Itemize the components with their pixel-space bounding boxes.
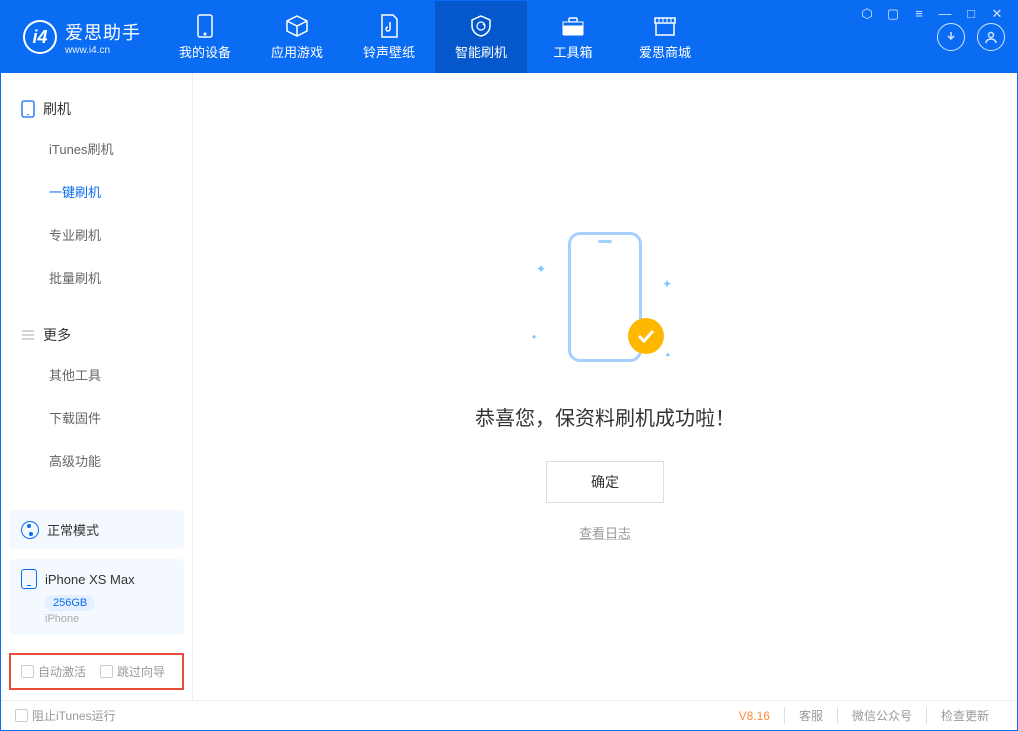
nav-tabs: 我的设备 应用游戏 铃声壁纸 智能刷机 工具箱 爱思商城 — [159, 1, 711, 73]
menu-icon[interactable]: ≡ — [910, 6, 928, 22]
checkbox-icon — [21, 665, 34, 678]
logo[interactable]: i4 爱思助手 www.i4.cn — [1, 19, 159, 56]
checkbox-auto-activate[interactable]: 自动激活 — [21, 663, 86, 680]
footer: 阻止iTunes运行 V8.16 客服 微信公众号 检查更新 — [1, 700, 1017, 730]
checkbox-icon — [15, 709, 28, 722]
phone-icon — [21, 100, 35, 118]
tab-my-device[interactable]: 我的设备 — [159, 1, 251, 73]
tab-apps-games[interactable]: 应用游戏 — [251, 1, 343, 73]
device-box[interactable]: iPhone XS Max 256GB iPhone — [9, 559, 184, 635]
header: i4 爱思助手 www.i4.cn 我的设备 应用游戏 铃声壁纸 智能刷机 工具… — [1, 1, 1017, 73]
sidebar-section-flash: 刷机 — [1, 91, 192, 127]
device-icon — [193, 14, 217, 38]
success-illustration: ✦•✦• — [550, 232, 660, 372]
mode-box[interactable]: 正常模式 — [9, 510, 184, 549]
mode-label: 正常模式 — [47, 520, 99, 539]
mode-icon — [21, 521, 39, 539]
sidebar-item-pro-flash[interactable]: 专业刷机 — [1, 213, 192, 256]
device-phone-icon — [21, 569, 37, 589]
list-icon — [21, 329, 35, 341]
footer-link-wechat[interactable]: 微信公众号 — [837, 707, 926, 724]
user-button[interactable] — [977, 23, 1005, 51]
check-badge-icon — [628, 318, 664, 354]
logo-icon: i4 — [23, 20, 57, 54]
tab-label: 爱思商城 — [639, 42, 691, 61]
sidebar-item-itunes-flash[interactable]: iTunes刷机 — [1, 127, 192, 170]
tab-label: 工具箱 — [553, 42, 592, 61]
checkbox-label: 跳过向导 — [117, 663, 165, 680]
main-content: ✦•✦• 恭喜您，保资料刷机成功啦！ 确定 查看日志 — [193, 73, 1017, 700]
cube-icon — [285, 14, 309, 38]
footer-link-update[interactable]: 检查更新 — [926, 707, 1003, 724]
success-message: 恭喜您，保资料刷机成功啦！ — [475, 402, 735, 431]
tab-label: 我的设备 — [179, 42, 231, 61]
version-label: V8.16 — [739, 709, 770, 723]
toolbox-icon — [561, 14, 585, 38]
capacity-badge: 256GB — [45, 595, 95, 611]
maximize-icon[interactable]: □ — [962, 6, 980, 22]
checkbox-icon — [100, 665, 113, 678]
music-file-icon — [377, 14, 401, 38]
device-name: iPhone XS Max — [45, 572, 135, 587]
section-title: 刷机 — [43, 99, 71, 119]
checkbox-label: 阻止iTunes运行 — [32, 707, 116, 724]
checkbox-skip-guide[interactable]: 跳过向导 — [100, 663, 165, 680]
minimize-icon[interactable]: — — [936, 6, 954, 22]
sidebar-item-download-firmware[interactable]: 下载固件 — [1, 396, 192, 439]
checkbox-label: 自动激活 — [38, 663, 86, 680]
app-url: www.i4.cn — [65, 45, 141, 56]
tab-ringtone-wallpaper[interactable]: 铃声壁纸 — [343, 1, 435, 73]
tab-toolbox[interactable]: 工具箱 — [527, 1, 619, 73]
app-name: 爱思助手 — [65, 19, 141, 45]
view-log-link[interactable]: 查看日志 — [579, 523, 631, 542]
refresh-shield-icon — [469, 14, 493, 38]
device-type: iPhone — [45, 613, 172, 625]
sidebar: 刷机 iTunes刷机 一键刷机 专业刷机 批量刷机 更多 其他工具 下载固件 … — [1, 73, 193, 700]
sidebar-item-oneclick-flash[interactable]: 一键刷机 — [1, 170, 192, 213]
section-title: 更多 — [43, 325, 71, 345]
sidebar-item-other-tools[interactable]: 其他工具 — [1, 353, 192, 396]
sidebar-section-more: 更多 — [1, 317, 192, 353]
tab-store[interactable]: 爱思商城 — [619, 1, 711, 73]
tab-label: 智能刷机 — [455, 42, 507, 61]
options-box: 自动激活 跳过向导 — [9, 653, 184, 690]
feedback-icon[interactable]: ⬡ — [858, 6, 876, 22]
checkbox-block-itunes[interactable]: 阻止iTunes运行 — [15, 707, 116, 724]
download-button[interactable] — [937, 23, 965, 51]
window-controls: ⬡ ▢ ≡ — □ ✕ — [858, 6, 1006, 22]
tab-smart-flash[interactable]: 智能刷机 — [435, 1, 527, 73]
sidebar-item-batch-flash[interactable]: 批量刷机 — [1, 256, 192, 299]
footer-link-support[interactable]: 客服 — [784, 707, 837, 724]
tab-label: 应用游戏 — [271, 42, 323, 61]
skin-icon[interactable]: ▢ — [884, 6, 902, 22]
sidebar-item-advanced[interactable]: 高级功能 — [1, 439, 192, 482]
ok-button[interactable]: 确定 — [546, 461, 664, 503]
close-icon[interactable]: ✕ — [988, 6, 1006, 22]
tab-label: 铃声壁纸 — [363, 42, 415, 61]
shop-icon — [653, 14, 677, 38]
